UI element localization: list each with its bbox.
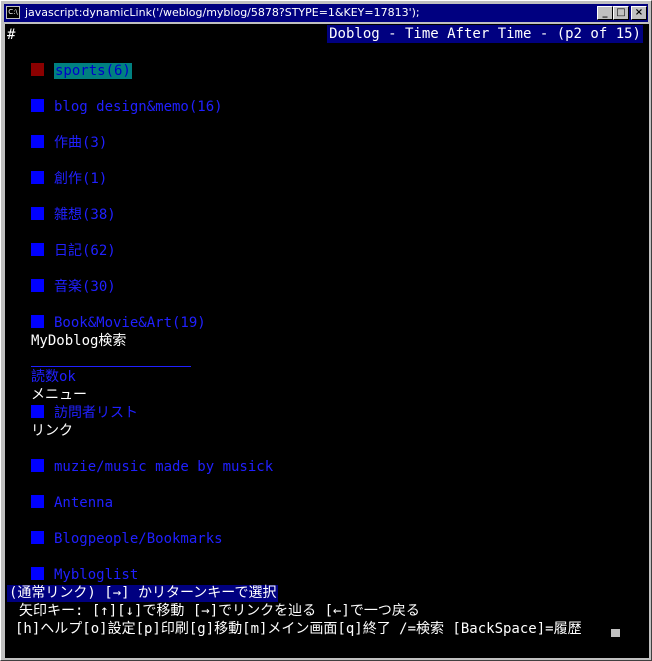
bullet-icon [31,459,44,472]
bullet-icon [31,279,44,292]
window-title: javascript:dynamicLink('/weblog/myblog/5… [25,6,420,19]
bullet-icon [31,243,44,256]
external-link[interactable]: Mybloglist [54,567,138,583]
category-link[interactable]: 創作(1) [54,171,107,187]
list-item[interactable]: Blogpeople/Bookmarks [31,530,223,548]
category-link[interactable]: 日記(62) [54,243,116,259]
bullet-icon [31,495,44,508]
page-title: Doblog - Time After Time - (p2 of 15) [327,25,643,43]
lynx-window: C:\ javascript:dynamicLink('/weblog/mybl… [0,0,652,661]
list-item[interactable]: muzie/music made by musick [31,458,273,476]
list-item[interactable]: 雑想(38) [31,206,116,224]
list-item[interactable]: Mybloglist [31,566,138,584]
section-heading-search: MyDoblog検索 [31,333,127,349]
list-item[interactable]: blog design&memo(16) [31,98,223,116]
bullet-icon [31,135,44,148]
text-cursor [611,629,620,637]
category-link[interactable]: 作曲(3) [54,135,107,151]
close-button[interactable]: × [631,6,647,20]
external-link[interactable]: Antenna [54,495,113,511]
list-item[interactable]: 作曲(3) [31,134,107,152]
category-link[interactable]: 雑想(38) [54,207,116,223]
bullet-icon [31,315,44,328]
bullet-icon [31,531,44,544]
section-heading-menu: メニュー [31,387,87,403]
bullet-icon [31,99,44,112]
list-item[interactable]: Antenna [31,494,113,512]
header-hash: # [7,27,16,43]
title-bar[interactable]: C:\ javascript:dynamicLink('/weblog/mybl… [4,4,648,22]
bullet-icon [31,567,44,580]
list-item[interactable]: 音楽(30) [31,278,116,296]
section-heading-links: リンク [31,423,73,439]
category-link-sports[interactable]: sports(6) [54,63,132,79]
status-line: (通常リンク) [→] かリターンキーで選択 [7,585,279,602]
external-link[interactable]: muzie/music made by musick [54,459,273,475]
help-line-commands: [h]ヘルプ[o]設定[p]印刷[g]移動[m]メイン画面[q]終了 /=検索 … [15,621,582,637]
list-item[interactable]: 日記(62) [31,242,116,260]
list-item[interactable]: Book&Movie&Art(19) [31,314,206,332]
external-link[interactable]: Blogpeople/Bookmarks [54,531,223,547]
minimize-button[interactable]: _ [597,6,613,20]
console-icon: C:\ [6,6,20,19]
help-line-arrows: 矢印キー: [↑][↓]で移動 [→]でリンクを辿る [←]で一つ戻る [19,603,420,619]
terminal-screen[interactable]: # Doblog - Time After Time - (p2 of 15) … [5,24,649,658]
visitor-list-link[interactable]: 訪問者リスト [54,405,138,421]
bullet-icon [31,63,44,76]
search-field-underline[interactable] [31,366,191,367]
bullet-icon [31,405,44,418]
list-item[interactable]: 訪問者リスト [31,404,138,422]
bullet-icon [31,207,44,220]
link-read[interactable]: 読数ok [31,368,76,386]
maximize-button[interactable]: □ [613,6,629,20]
category-link[interactable]: 音楽(30) [54,279,116,295]
list-item[interactable]: sports(6) [31,62,132,80]
list-item[interactable]: 創作(1) [31,170,107,188]
category-link[interactable]: Book&Movie&Art(19) [54,315,206,331]
category-link[interactable]: blog design&memo(16) [54,99,223,115]
bullet-icon [31,171,44,184]
